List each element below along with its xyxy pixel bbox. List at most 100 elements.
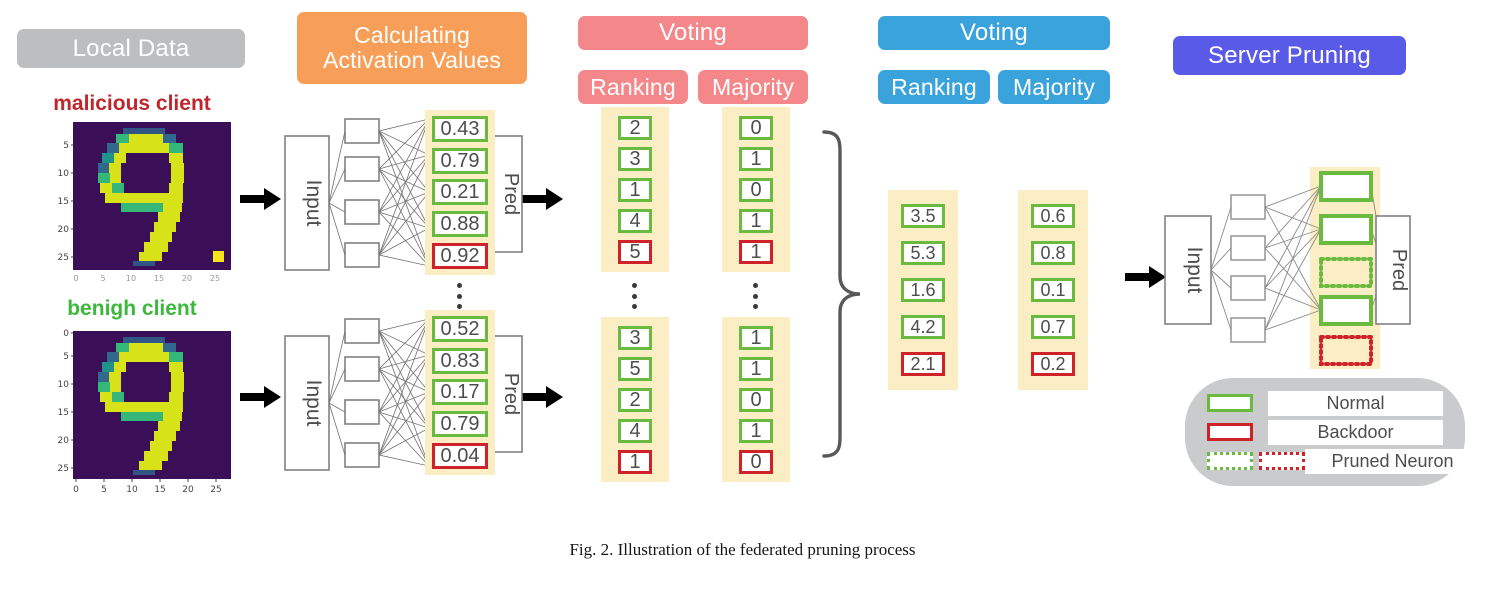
svg-text:10: 10 (126, 274, 136, 283)
normal-swatch-icon (1207, 394, 1253, 412)
rank-box-backdoor: 1 (618, 449, 652, 474)
ellipsis-ranking (632, 283, 637, 309)
svg-text:10: 10 (126, 485, 138, 495)
activation-column-benign: 0.52 0.83 0.17 0.79 0.04 (425, 310, 495, 475)
majority-box: 1 (739, 208, 773, 233)
svg-text:15: 15 (58, 197, 69, 207)
svg-text:15: 15 (154, 274, 164, 283)
rank-box: 5 (618, 356, 652, 381)
activation-box: 0.52 (432, 315, 488, 342)
svg-text:20: 20 (58, 225, 70, 235)
majority-box: 1 (739, 325, 773, 350)
svg-text:25: 25 (210, 274, 220, 283)
legend-label: Normal (1268, 390, 1443, 416)
arrow-data-to-net-benign (240, 385, 282, 414)
legend: Normal Backdoor Pruned Neuron (1185, 378, 1480, 486)
svg-text:25: 25 (58, 253, 69, 263)
rank-box: 1 (618, 177, 652, 202)
rank-box: 4 (618, 208, 652, 233)
ellipsis-activation (457, 283, 462, 309)
activation-box: 0.88 (432, 211, 488, 238)
svg-text:5: 5 (63, 352, 69, 362)
rank-box: 3 (618, 146, 652, 171)
benign-client-label: benigh client (67, 297, 197, 320)
svg-text:15: 15 (58, 408, 69, 418)
svg-text:0: 0 (73, 274, 78, 283)
pruned-neural-net: Input Pred (1163, 163, 1413, 378)
svg-text:0: 0 (73, 485, 79, 495)
majority-box-backdoor: 1 (739, 239, 773, 264)
svg-text:Pred: Pred (1388, 249, 1410, 291)
aggregation-brace (818, 128, 866, 465)
badge-server-majority: Majority (998, 70, 1110, 104)
arrow-net-to-voting-benign (522, 385, 564, 414)
svg-text:Input: Input (302, 180, 325, 227)
mnist-image-malicious: 5 10 15 20 25 0 5 10 15 20 25 (38, 120, 234, 285)
majority-box: 0 (739, 177, 773, 202)
output-neuron-normal (1319, 295, 1373, 326)
figure-caption: Fig. 2. Illustration of the federated pr… (569, 540, 916, 559)
svg-text:10: 10 (58, 380, 70, 390)
svg-text:10: 10 (58, 169, 70, 179)
backdoor-trigger-pixel (213, 251, 224, 262)
svg-text:25: 25 (58, 464, 69, 474)
majority-box-backdoor: 0 (739, 449, 773, 474)
majority-box: 1 (739, 146, 773, 171)
server-majority-box-backdoor: 0.2 (1031, 351, 1075, 376)
arrow-data-to-net-malicious (240, 187, 282, 216)
arrow-server-to-pruning (1125, 265, 1167, 294)
server-majority-column: 0.6 0.8 0.1 0.7 0.2 (1018, 190, 1088, 390)
badge-local-data: Local Data (17, 29, 245, 68)
svg-text:Input: Input (302, 380, 325, 427)
activation-box-backdoor: 0.04 (432, 443, 488, 470)
legend-label: Pruned Neuron (1305, 448, 1480, 474)
arrow-net-to-voting-malicious (522, 187, 564, 216)
badge-server-pruning: Server Pruning (1173, 36, 1406, 75)
legend-row-normal: Normal (1207, 390, 1443, 416)
activation-box-backdoor: 0.92 (432, 243, 488, 270)
activation-box: 0.79 (432, 411, 488, 438)
server-majority-box: 0.8 (1031, 241, 1075, 266)
mnist-image-benign: 0 5 10 15 20 25 0 5 10 15 20 25 (38, 325, 234, 495)
legend-swatch-group (1207, 394, 1268, 412)
ranking-column-benign: 3 5 2 4 1 (601, 317, 669, 482)
badge-client-majority: Majority (698, 70, 808, 104)
majority-box: 1 (739, 418, 773, 443)
majority-box: 0 (739, 387, 773, 412)
svg-text:20: 20 (182, 485, 194, 495)
legend-swatch-group (1207, 423, 1268, 441)
legend-row-backdoor: Backdoor (1207, 419, 1443, 445)
majority-box: 0 (739, 115, 773, 140)
svg-text:5: 5 (63, 141, 69, 151)
badge-client-voting: Voting (578, 16, 808, 50)
badge-client-ranking: Ranking (578, 70, 688, 104)
svg-text:20: 20 (58, 436, 70, 446)
server-rank-box-backdoor: 2.1 (901, 351, 945, 376)
svg-text:25: 25 (210, 485, 221, 495)
server-majority-box: 0.6 (1031, 204, 1075, 229)
svg-text:Pred: Pred (500, 373, 522, 415)
malicious-client-label: malicious client (53, 92, 211, 115)
rank-box: 2 (618, 387, 652, 412)
activation-box: 0.17 (432, 379, 488, 406)
server-rank-box: 3.5 (901, 204, 945, 229)
rank-box-backdoor: 5 (618, 239, 652, 264)
rank-box: 3 (618, 325, 652, 350)
badge-calculating-activation-values: Calculating Activation Values (297, 12, 527, 84)
activation-column-malicious: 0.43 0.79 0.21 0.88 0.92 (425, 110, 495, 275)
server-majority-box: 0.1 (1031, 277, 1075, 302)
legend-label: Backdoor (1268, 419, 1443, 445)
server-ranking-column: 3.5 5.3 1.6 4.2 2.1 (888, 190, 958, 390)
majority-box: 1 (739, 356, 773, 381)
server-rank-box: 5.3 (901, 241, 945, 266)
majority-column-malicious: 0 1 0 1 1 (722, 107, 790, 272)
activation-box: 0.43 (432, 115, 488, 142)
legend-swatch-group (1207, 452, 1305, 470)
backdoor-swatch-icon (1207, 423, 1253, 441)
rank-box: 4 (618, 418, 652, 443)
ellipsis-majority (753, 283, 758, 309)
output-neuron-normal (1319, 171, 1373, 202)
ranking-column-malicious: 2 3 1 4 5 (601, 107, 669, 272)
pruned-backdoor-swatch-icon (1259, 452, 1305, 470)
activation-box: 0.21 (432, 179, 488, 206)
